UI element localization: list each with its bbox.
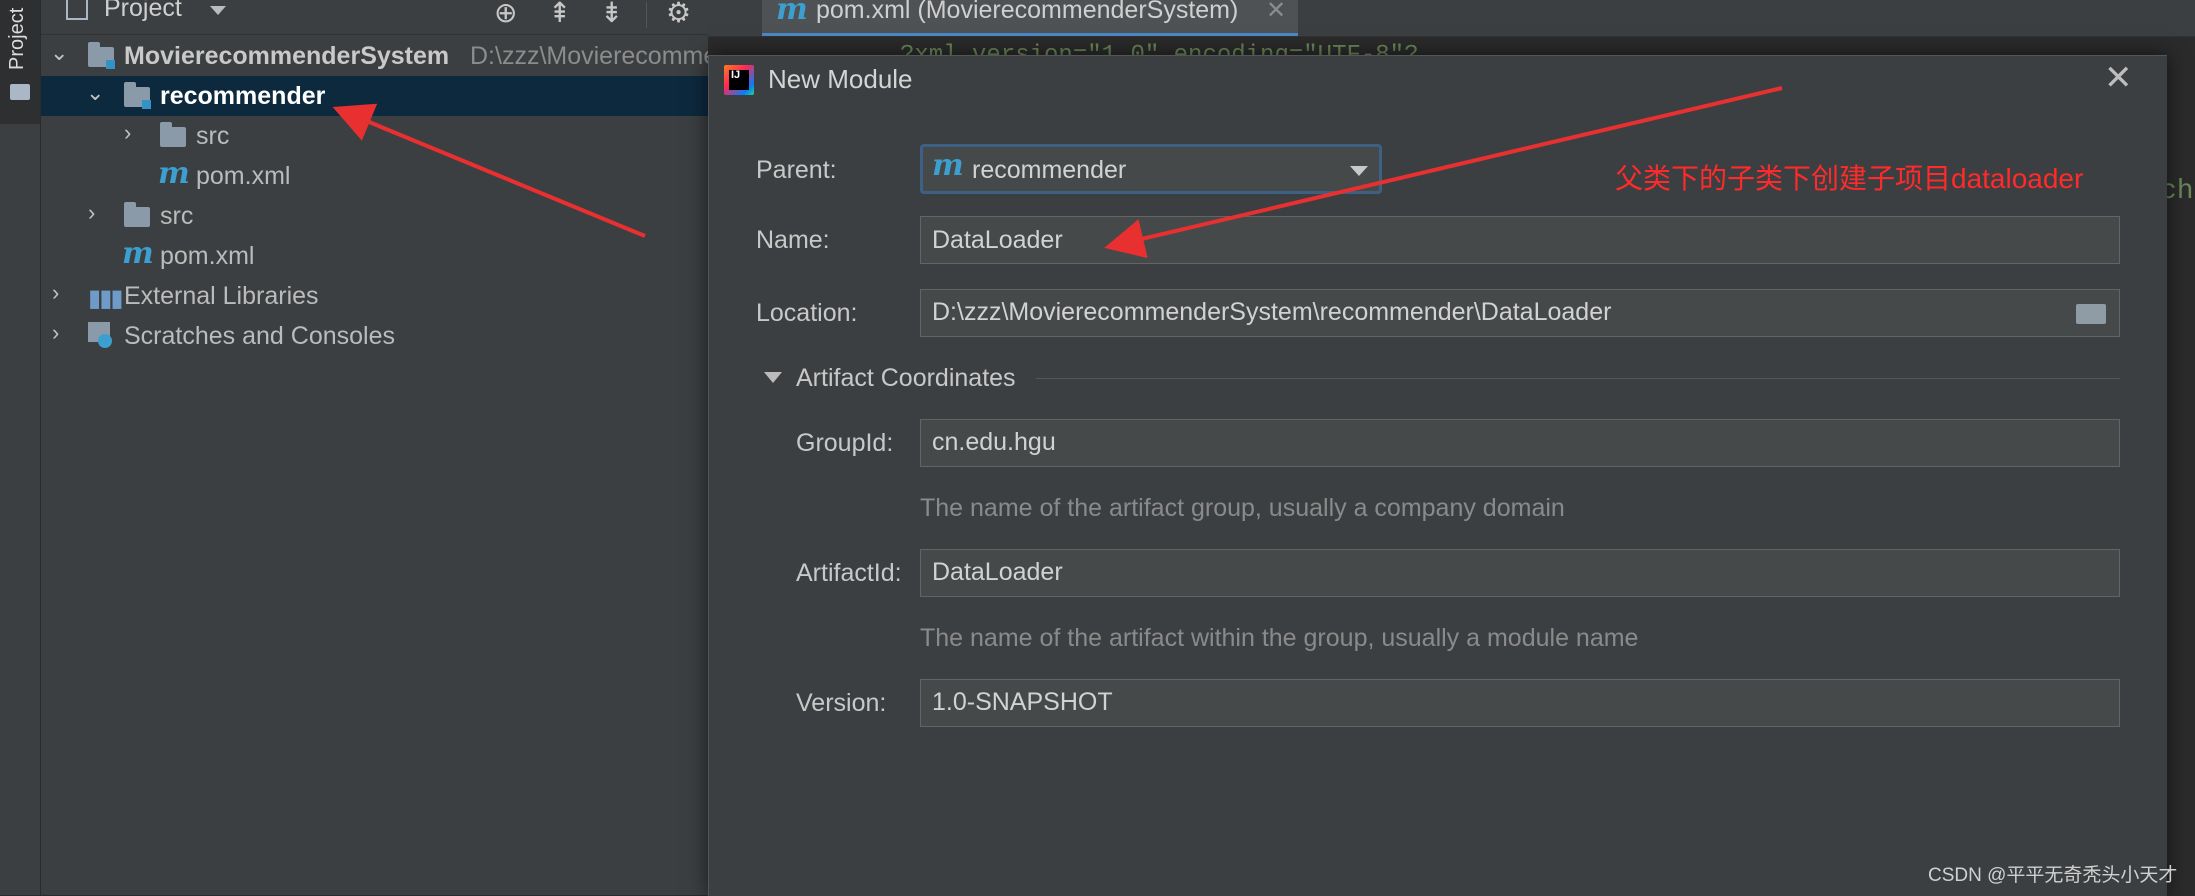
annotation-text: 父类下的子类下创建子项目dataloader <box>1615 163 2084 194</box>
annotation-arrow-recommender <box>332 103 646 238</box>
watermark: CSDN @平平无奇秃头小天才 <box>1928 865 2178 886</box>
annotation-arrows <box>332 86 1783 259</box>
